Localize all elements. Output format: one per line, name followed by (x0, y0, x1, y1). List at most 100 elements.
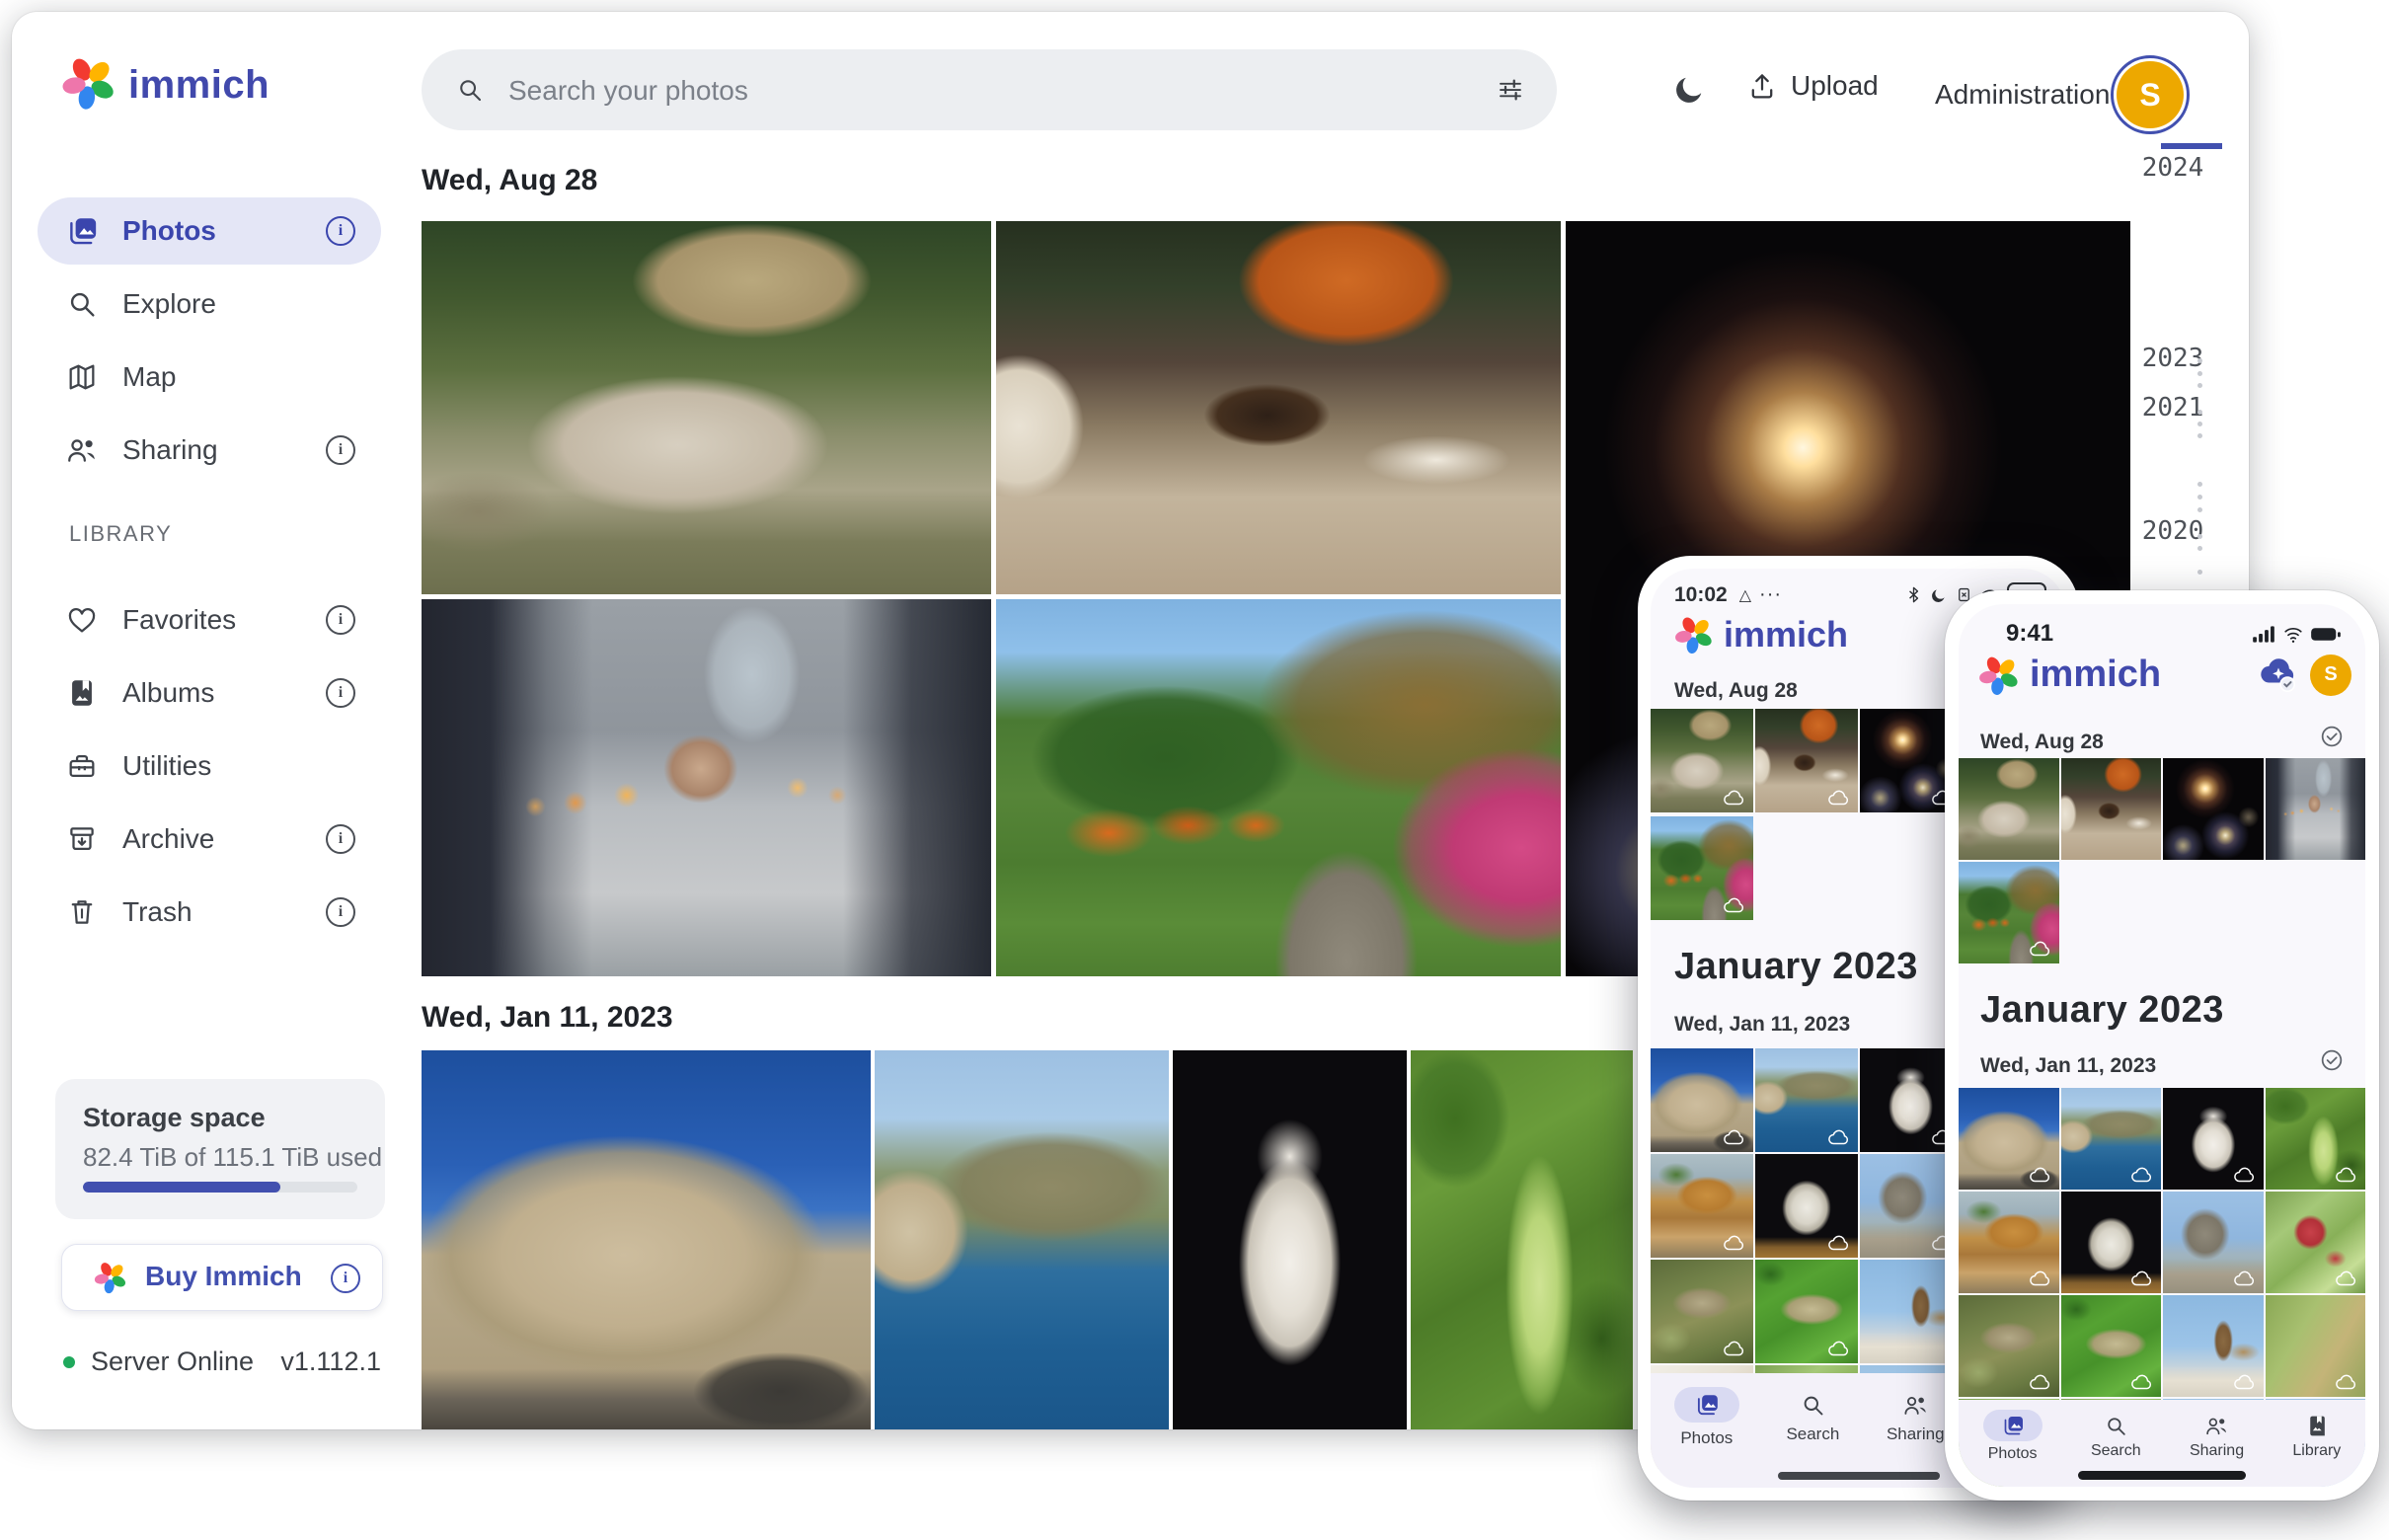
trash-info-icon[interactable]: i (326, 897, 355, 927)
thumb-autumn-dinner-table[interactable] (2061, 758, 2162, 860)
photo-marble-bust[interactable] (1173, 1050, 1407, 1429)
ios-home-indicator[interactable] (2078, 1471, 2246, 1480)
ios-nav-search[interactable]: Search (2091, 1410, 2141, 1460)
sidebar-item-trash[interactable]: Trash i (38, 879, 381, 946)
photos-icon (65, 214, 99, 248)
cloud-sync-icon[interactable] (2259, 655, 2298, 695)
sidebar-item-photos-content: Photos i (38, 197, 381, 265)
thumb-stone-sculpture[interactable] (2061, 1192, 2162, 1293)
timeline-year-2021[interactable]: 2021 (2128, 393, 2217, 423)
sidebar-item-utilities[interactable]: Utilities (38, 732, 381, 800)
immich-logo-text: immich (128, 63, 270, 108)
administration-link[interactable]: Administration (1935, 79, 2110, 111)
thumb-jungle-monkeys[interactable] (1651, 709, 1753, 812)
android-nav-search[interactable]: Search (1786, 1387, 1839, 1444)
buy-immich-label: Buy Immich (145, 1261, 302, 1292)
thumb-fireworks[interactable] (2163, 758, 2264, 860)
timeline-year-2023[interactable]: 2023 (2128, 344, 2217, 373)
thumb-beach-cliff[interactable] (1959, 1192, 2059, 1293)
albums-info-icon[interactable]: i (326, 678, 355, 708)
android-status-time: 10:02 (1674, 583, 1728, 607)
ios-status-time: 9:41 (2006, 620, 2053, 648)
thumb-autumn-park-path[interactable] (1959, 862, 2059, 963)
ios-date-jan: Wed, Jan 11, 2023 (1980, 1054, 2156, 1078)
buy-info-icon[interactable]: i (331, 1264, 360, 1293)
sidebar-map-label: Map (122, 361, 176, 393)
thumb-fortress-walls[interactable] (1651, 1048, 1753, 1152)
photo-coastal-town[interactable] (875, 1050, 1169, 1429)
dark-mode-toggle[interactable] (1672, 71, 1708, 107)
archive-icon (65, 822, 99, 856)
sidebar-item-favorites[interactable]: Favorites i (38, 586, 381, 654)
thumb-stone-sculpture[interactable] (1755, 1154, 1858, 1258)
sidebar-item-albums[interactable]: Albums i (38, 659, 381, 727)
upload-button[interactable]: Upload (1745, 69, 1879, 103)
ios-screen: 9:41 immich S Wed, Aug 28 (1959, 604, 2365, 1487)
immich-logo-icon (61, 55, 116, 111)
search-filters-icon[interactable] (1496, 75, 1525, 105)
sidebar-albums-label: Albums (122, 677, 214, 709)
select-all-check-icon-aug[interactable] (2318, 723, 2346, 750)
thumb-coastal-town[interactable] (2061, 1088, 2162, 1190)
android-immich-logo-icon (1674, 615, 1714, 654)
photo-jungle-monkeys[interactable] (422, 221, 991, 594)
photo-autumn-dinner-table[interactable] (996, 221, 1561, 594)
ios-grid-jan-row2 (1959, 1192, 2365, 1293)
android-nav-search-icon (1800, 1392, 1826, 1419)
buy-immich-button[interactable]: Buy Immich i (61, 1244, 383, 1311)
archive-info-icon[interactable]: i (326, 824, 355, 854)
thumb-marble-bust[interactable] (2163, 1088, 2264, 1190)
ios-nav-photos[interactable]: Photos (1983, 1410, 2042, 1463)
map-icon (65, 360, 99, 394)
android-home-indicator[interactable] (1778, 1472, 1940, 1480)
android-nav-photos[interactable]: Photos (1674, 1387, 1739, 1448)
thumb-autumn-park-path[interactable] (1651, 816, 1753, 920)
user-avatar[interactable]: S (2111, 55, 2190, 134)
select-all-check-icon-jan[interactable] (2318, 1046, 2346, 1074)
thumb-fortress-walls[interactable] (1959, 1088, 2059, 1190)
thumb-green-field[interactable] (2266, 1295, 2366, 1397)
thumb-holding-hands[interactable] (2266, 758, 2366, 860)
search-input[interactable]: Search your photos (422, 49, 1557, 130)
ios-nav-sharing[interactable]: Sharing (2190, 1410, 2244, 1460)
thumb-beach-cliff[interactable] (1651, 1154, 1753, 1258)
sidebar-item-map[interactable]: Map (38, 344, 381, 411)
android-nav-sharing[interactable]: Sharing (1887, 1387, 1945, 1444)
bluetooth-icon (1904, 585, 1923, 604)
thumb-jungle-monkeys[interactable] (1959, 758, 2059, 860)
sharing-info-icon[interactable]: i (326, 435, 355, 465)
sidebar-item-archive[interactable]: Archive i (38, 806, 381, 873)
thumb-autumn-dinner-table[interactable] (1755, 709, 1858, 812)
favorites-info-icon[interactable]: i (326, 605, 355, 635)
photo-autumn-park-path[interactable] (996, 599, 1561, 976)
photo-seagrape-leaves[interactable] (1411, 1050, 1633, 1429)
thumb-lizard-moss[interactable] (1959, 1295, 2059, 1397)
thumb-lizard-green[interactable] (2061, 1295, 2162, 1397)
explore-icon (65, 287, 99, 321)
android-nav-photos-label: Photos (1680, 1428, 1733, 1448)
toolbox-icon (65, 749, 99, 783)
android-app-header: immich (1674, 614, 1848, 655)
photo-fortress-walls[interactable] (422, 1050, 871, 1429)
thumb-ruined-wall[interactable] (2163, 1192, 2264, 1293)
ios-nav-library[interactable]: Library (2292, 1410, 2341, 1460)
thumb-coastal-town[interactable] (1755, 1048, 1858, 1152)
sidebar-item-sharing[interactable]: Sharing i (38, 417, 381, 484)
photo-holding-hands[interactable] (422, 599, 991, 976)
ios-immich-logo-text: immich (2030, 654, 2161, 696)
storage-title: Storage space (83, 1103, 266, 1133)
sidebar-sharing-label: Sharing (122, 434, 218, 466)
timeline-year-2020[interactable]: 2020 (2128, 516, 2217, 546)
thumb-decorated-tree[interactable] (2266, 1192, 2366, 1293)
sidebar-item-explore[interactable]: Explore (38, 270, 381, 338)
photos-info-icon[interactable]: i (326, 216, 355, 246)
timeline-scrubber-handle[interactable] (2161, 143, 2222, 149)
server-status-row: Server Online v1.112.1 (63, 1347, 381, 1377)
date-group-header-aug: Wed, Aug 28 (422, 164, 597, 197)
ios-avatar[interactable]: S (2310, 654, 2351, 696)
timeline-current-year[interactable]: 2024 (2128, 153, 2217, 183)
thumb-seagrape-leaves[interactable] (2266, 1088, 2366, 1190)
thumb-lizard-moss[interactable] (1651, 1260, 1753, 1363)
thumb-lizard-green[interactable] (1755, 1260, 1858, 1363)
thumb-village-tower[interactable] (2163, 1295, 2264, 1397)
